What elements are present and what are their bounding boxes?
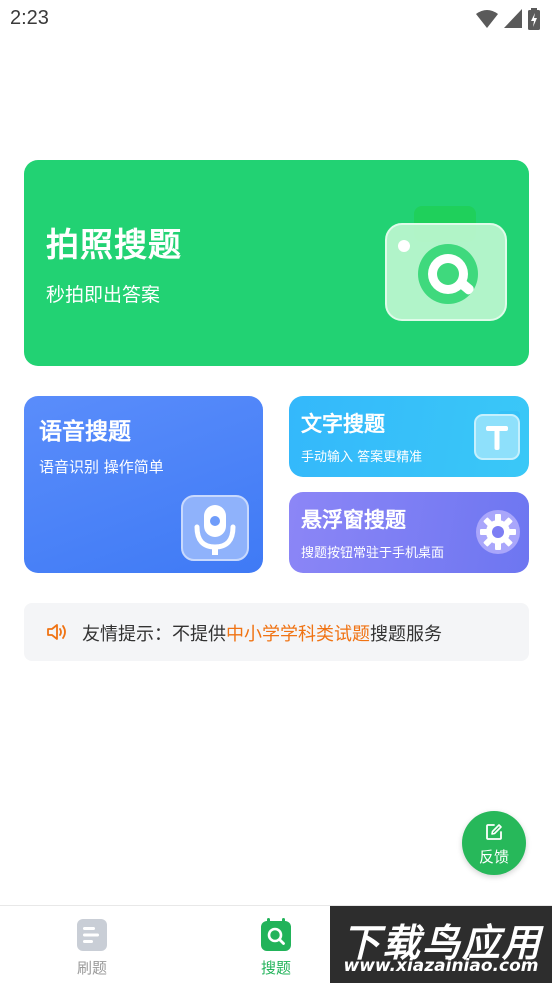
nav-item-shuati[interactable]: 刷题 [32,906,152,983]
tip-text: 友情提示：不提供中小学学科类试题搜题服务 [82,620,442,646]
wifi-icon [476,10,498,28]
cell-signal-icon [504,9,522,28]
text-search-card[interactable]: 文字搜题 手动输入 答案更精准 [289,396,529,477]
status-time: 2:23 [10,7,49,29]
voice-search-card[interactable]: 语音搜题 语音识别 操作简单 [24,396,263,573]
float-window-card[interactable]: 悬浮窗搜题 搜题按钮常驻于手机桌面 [289,492,529,573]
status-bar: 2:23 [0,0,552,38]
text-search-subtitle: 手动输入 答案更精准 [301,450,423,465]
photo-search-subtitle: 秒拍即出答案 [46,284,161,306]
nav-label-souti: 搜题 [260,959,291,977]
tip-prefix: 友情提示：不提供 [82,624,226,645]
nav-label-shuati: 刷题 [76,959,107,977]
tip-bar: 友情提示：不提供中小学学科类试题搜题服务 [24,603,529,661]
microphone-icon [181,495,249,561]
tip-highlight: 中小学学科类试题 [226,624,370,645]
speaker-icon [47,624,66,640]
nav-item-souti[interactable]: 搜题 [216,906,336,983]
text-search-title: 文字搜题 [301,412,385,436]
feedback-button[interactable]: 反馈 [462,811,526,875]
tip-suffix: 搜题服务 [370,624,442,645]
gear-icon [476,510,520,554]
photo-search-card[interactable]: 拍照搜题 秒拍即出答案 [24,160,529,366]
watermark-url: www.xiazainiao.com [343,956,539,976]
battery-charging-icon [528,8,540,30]
watermark-logo: 下载鸟应用 www.xiazainiao.com [330,906,552,983]
voice-search-title: 语音搜题 [39,419,131,445]
float-window-subtitle: 搜题按钮常驻于手机桌面 [301,546,445,561]
photo-search-title: 拍照搜题 [46,225,182,264]
voice-search-subtitle: 语音识别 操作简单 [39,458,164,476]
search-icon [261,918,291,951]
document-icon [77,919,107,951]
feedback-label: 反馈 [478,848,509,866]
edit-icon [486,824,502,840]
status-icons [476,8,540,30]
camera-icon [385,206,507,321]
text-t-icon [474,411,520,460]
float-window-title: 悬浮窗搜题 [301,508,406,532]
